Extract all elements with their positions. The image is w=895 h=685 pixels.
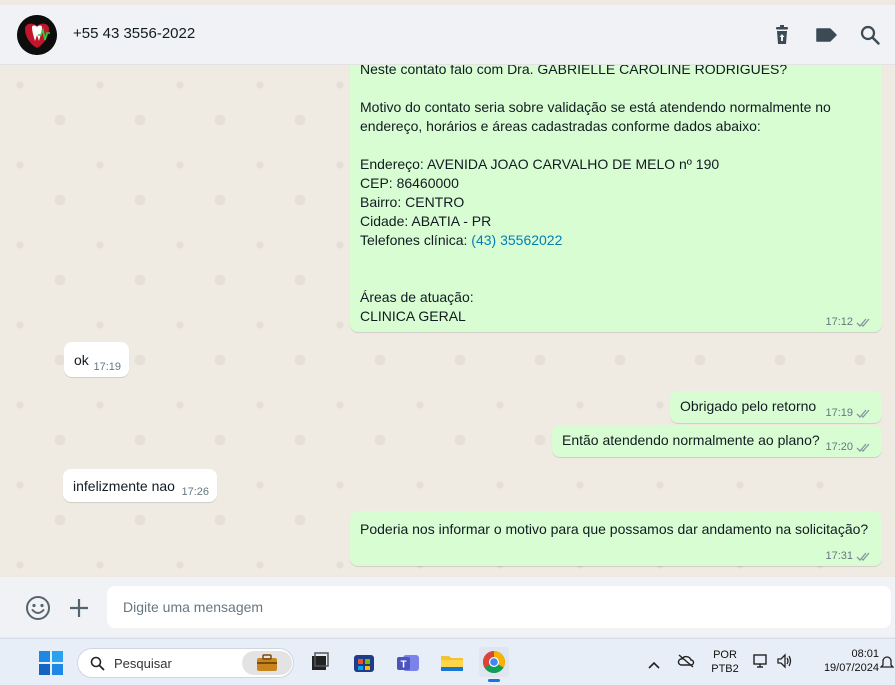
message-bubble-incoming[interactable]: infelizmente nao 17:26	[63, 469, 217, 502]
active-indicator	[488, 679, 500, 682]
message-input-container	[107, 586, 891, 628]
message-bubble-outgoing[interactable]: Poderia nos informar o motivo para que p…	[350, 511, 882, 566]
network-icon[interactable]	[752, 653, 770, 673]
message-meta: 17:26	[181, 486, 209, 498]
message-bubble-incoming[interactable]: ok 17:19	[64, 342, 129, 377]
clock-time: 08:01	[851, 648, 879, 660]
message-time: 17:31	[825, 550, 853, 562]
message-line: CEP: 86460000	[360, 175, 459, 191]
message-line: Áreas de atuação:	[360, 289, 474, 305]
contact-avatar[interactable]	[17, 15, 57, 55]
message-meta: 17:31	[825, 550, 872, 562]
phone-link[interactable]: (43) 35562022	[471, 232, 562, 248]
language-indicator[interactable]: POR PTB2	[705, 649, 745, 675]
store-icon[interactable]	[349, 647, 379, 677]
search-icon[interactable]	[859, 24, 881, 46]
message-line: Telefones clínica: (43) 35562022	[360, 232, 562, 248]
message-meta: 17:20	[825, 441, 872, 453]
double-check-icon	[856, 443, 870, 452]
delete-icon[interactable]	[771, 24, 793, 46]
message-line: Bairro: CENTRO	[360, 194, 465, 210]
chat-panel[interactable]: Neste contato falo com Dra. GABRIELLE CA…	[0, 65, 895, 575]
message-time: 17:19	[825, 407, 853, 419]
double-check-icon	[856, 318, 870, 327]
message-time: 17:26	[181, 486, 209, 498]
notification-bell-icon[interactable]	[879, 653, 895, 675]
message-time: 17:12	[825, 316, 853, 328]
message-text: ok	[74, 352, 89, 368]
message-time: 17:19	[93, 361, 121, 373]
message-line: Motivo do contato seria sobre validação …	[360, 99, 831, 115]
message-line: Cidade: ABATIA - PR	[360, 213, 492, 229]
message-line: endereço, horários e áreas cadastradas c…	[360, 118, 761, 134]
message-text: Poderia nos informar o motivo para que p…	[360, 521, 869, 537]
message-line: Neste contato falo com Dra. GABRIELLE CA…	[360, 65, 788, 77]
message-input[interactable]	[107, 586, 891, 628]
language-bottom: PTB2	[711, 663, 739, 675]
message-bubble-outgoing[interactable]: Obrigado pelo retorno 17:19	[670, 391, 882, 423]
composer-bar	[0, 577, 895, 637]
message-time: 17:20	[825, 441, 853, 453]
search-label: Pesquisar	[114, 656, 172, 671]
message-line: CLINICA GERAL	[360, 308, 466, 324]
message-text: Obrigado pelo retorno	[680, 398, 817, 414]
briefcase-icon	[242, 651, 292, 675]
taskbar: Pesquisar T POR PTB2 08:01 19/07/2024	[0, 638, 895, 685]
message-bubble-outgoing[interactable]: Então atendendo normalmente ao plano? 17…	[552, 425, 882, 457]
task-view-icon[interactable]	[305, 647, 335, 677]
emoji-icon[interactable]	[25, 595, 51, 621]
message-meta: 17:19	[825, 407, 872, 419]
chevron-up-icon[interactable]	[647, 655, 661, 674]
double-check-icon	[856, 552, 870, 561]
message-bubble-outgoing[interactable]: Neste contato falo com Dra. GABRIELLE CA…	[350, 65, 882, 332]
label-icon[interactable]	[815, 24, 837, 46]
chat-header: +55 43 3556-2022	[0, 5, 895, 65]
phone-label: Telefones clínica:	[360, 232, 472, 248]
clock[interactable]: 08:01 19/07/2024	[803, 648, 879, 674]
message-meta: 17:19	[93, 361, 121, 373]
message-text: infelizmente nao	[73, 478, 175, 494]
double-check-icon	[856, 409, 870, 418]
message-text: Então atendendo normalmente ao plano?	[562, 432, 820, 448]
search-icon	[90, 656, 105, 671]
svg-text:T: T	[401, 660, 407, 671]
language-top: POR	[713, 649, 737, 661]
clock-date: 19/07/2024	[823, 662, 879, 674]
message-line: Endereço: AVENIDA JOAO CARVALHO DE MELO …	[360, 156, 720, 172]
chrome-icon[interactable]	[479, 647, 509, 682]
cloud-offline-icon[interactable]	[677, 653, 695, 673]
message-meta: 17:12	[825, 316, 872, 328]
teams-icon[interactable]: T	[393, 647, 423, 677]
file-explorer-icon[interactable]	[437, 647, 467, 677]
volume-icon[interactable]	[776, 653, 794, 673]
windows-start-icon[interactable]	[39, 651, 63, 675]
attach-plus-icon[interactable]	[67, 596, 91, 620]
contact-name[interactable]: +55 43 3556-2022	[73, 25, 195, 42]
taskbar-search[interactable]: Pesquisar	[77, 648, 294, 678]
